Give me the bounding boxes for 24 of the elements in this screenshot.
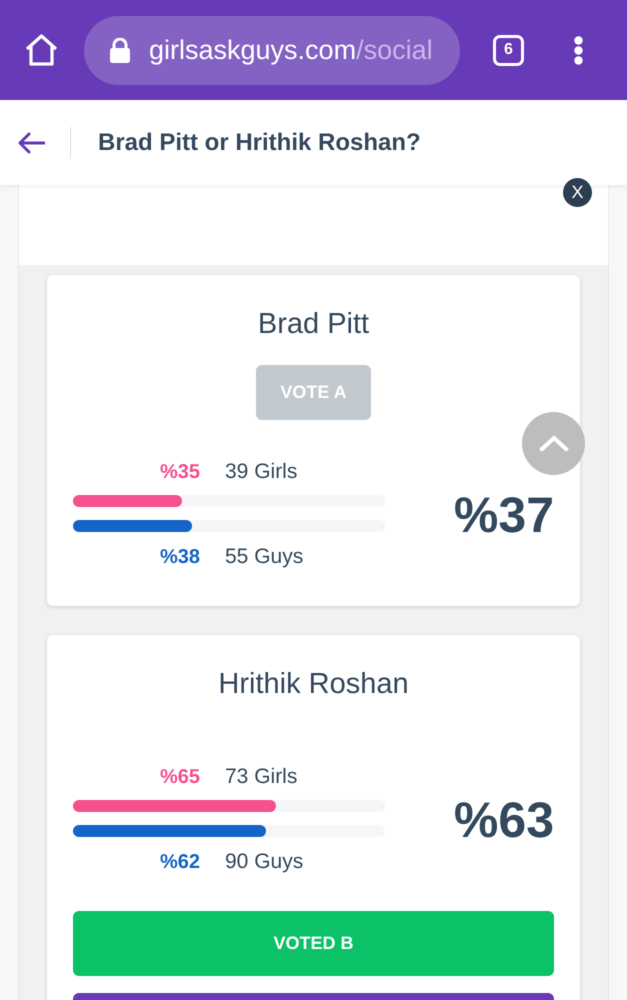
total-percent: %37	[454, 486, 554, 542]
lock-icon	[110, 38, 130, 62]
count-label: 90 Guys	[225, 850, 304, 874]
url-domain: girlsaskguys.com	[149, 34, 356, 66]
tab-count[interactable]: 6	[493, 34, 524, 66]
percent-label: %65	[158, 765, 200, 789]
url-path: /social	[356, 34, 433, 66]
count-label: 39 Girls	[225, 460, 298, 484]
home-icon[interactable]	[25, 34, 58, 66]
option-title: Brad Pitt	[258, 307, 370, 341]
count-label: 73 Girls	[225, 765, 298, 789]
voted-button[interactable]: VOTED B	[73, 911, 554, 976]
total-percent: %63	[454, 792, 554, 848]
close-button[interactable]: X	[563, 178, 592, 207]
url-bar[interactable]: girlsaskguys.com/social	[84, 16, 460, 84]
menu-icon[interactable]	[574, 36, 583, 64]
percent-label: %35	[158, 460, 200, 484]
percent-label: %38	[158, 545, 200, 569]
count-label: 55 Guys	[225, 545, 304, 569]
page-title: Brad Pitt or Hrithik Roshan?	[98, 128, 421, 158]
option-title: Hrithik Roshan	[218, 667, 409, 701]
percent-label: %62	[158, 850, 200, 874]
chevron-up-icon	[538, 435, 568, 452]
back-arrow-icon[interactable]	[18, 132, 45, 154]
